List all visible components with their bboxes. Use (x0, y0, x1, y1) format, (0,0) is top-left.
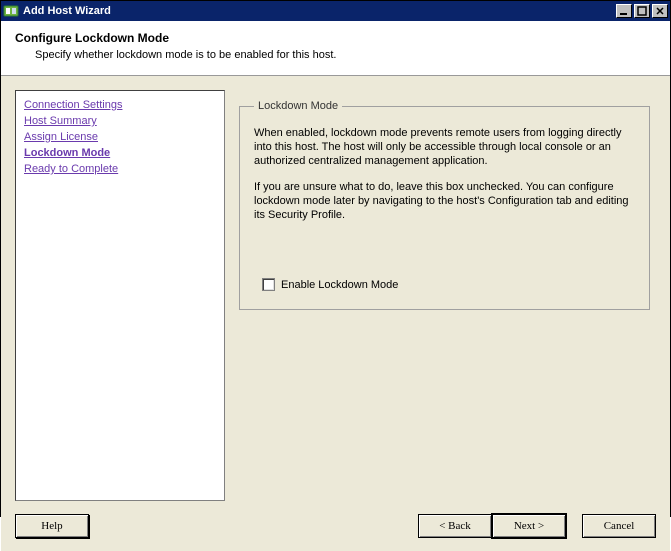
enable-lockdown-label: Enable Lockdown Mode (281, 279, 398, 291)
wizard-body: Connection Settings Host Summary Assign … (1, 76, 670, 501)
step-host-summary[interactable]: Host Summary (24, 113, 216, 129)
window-controls (614, 4, 668, 18)
content-pane: Lockdown Mode When enabled, lockdown mod… (233, 90, 656, 501)
close-button[interactable] (652, 4, 668, 18)
enable-lockdown-checkbox[interactable] (262, 278, 275, 291)
back-button[interactable]: < Back (418, 514, 492, 538)
lockdown-description-2: If you are unsure what to do, leave this… (254, 180, 635, 222)
lockdown-mode-group: Lockdown Mode When enabled, lockdown mod… (239, 100, 650, 310)
page-subtitle: Specify whether lockdown mode is to be e… (35, 49, 656, 61)
nav-button-pair: < Back Next > (418, 514, 566, 538)
page-title: Configure Lockdown Mode (15, 31, 656, 45)
step-ready-to-complete[interactable]: Ready to Complete (24, 161, 216, 177)
wizard-header: Configure Lockdown Mode Specify whether … (1, 21, 670, 76)
next-button[interactable]: Next > (492, 514, 566, 538)
group-legend: Lockdown Mode (254, 100, 342, 112)
wizard-footer: Help < Back Next > Cancel (1, 501, 670, 551)
lockdown-description-1: When enabled, lockdown mode prevents rem… (254, 126, 635, 168)
step-connection-settings[interactable]: Connection Settings (24, 97, 216, 113)
step-lockdown-mode: Lockdown Mode (24, 145, 216, 161)
cancel-button[interactable]: Cancel (582, 514, 656, 538)
help-button[interactable]: Help (15, 514, 89, 538)
steps-sidebar: Connection Settings Host Summary Assign … (15, 90, 225, 501)
titlebar: Add Host Wizard (1, 1, 670, 21)
enable-lockdown-row[interactable]: Enable Lockdown Mode (262, 278, 398, 291)
minimize-button[interactable] (616, 4, 632, 18)
app-icon (3, 3, 19, 19)
step-assign-license[interactable]: Assign License (24, 129, 216, 145)
window-title: Add Host Wizard (23, 5, 614, 17)
maximize-button[interactable] (634, 4, 650, 18)
